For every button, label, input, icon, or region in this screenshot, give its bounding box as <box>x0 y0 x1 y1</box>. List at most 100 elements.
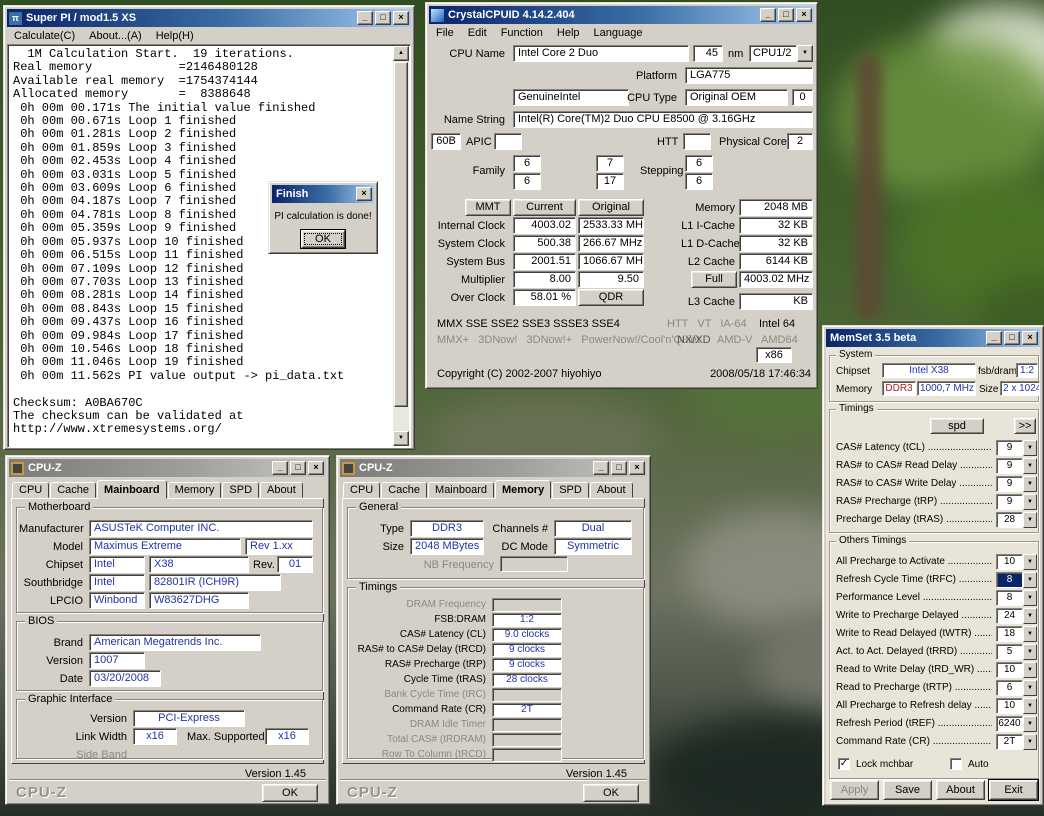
about-button[interactable]: About <box>936 780 985 800</box>
crystal-menu-edit[interactable]: Edit <box>461 26 494 40</box>
ras-cas-read-dropdown[interactable]: 9▼ <box>996 458 1037 474</box>
dropdown-arrow-icon[interactable]: ▼ <box>797 45 813 62</box>
dropdown-arrow-icon[interactable]: ▼ <box>1023 440 1037 456</box>
superpi-menu-help[interactable]: Help(H) <box>149 29 201 43</box>
dropdown-arrow-icon[interactable]: ▼ <box>1023 734 1037 750</box>
all-precharge-refresh-value[interactable]: 10 <box>996 698 1023 714</box>
expand-button[interactable]: >> <box>1014 418 1036 434</box>
superpi-close-button[interactable]: × <box>393 11 409 25</box>
refresh-cycle-time-dropdown[interactable]: 8▼ <box>996 572 1037 588</box>
performance-level-value[interactable]: 8 <box>996 590 1023 606</box>
scroll-up-icon[interactable]: ▲ <box>393 46 409 61</box>
dropdown-arrow-icon[interactable]: ▼ <box>1023 608 1037 624</box>
ras-cas-write-value[interactable]: 9 <box>996 476 1023 492</box>
finish-close-button[interactable]: × <box>356 187 372 201</box>
spd-button[interactable]: spd <box>930 418 984 434</box>
cpuz-mem-titlebar[interactable]: CPU-Z _ □ × <box>340 459 647 477</box>
superpi-scrollbar[interactable]: ▲ ▼ <box>393 46 409 446</box>
superpi-maximize-button[interactable]: □ <box>375 11 391 25</box>
cpuz-mem-ok-button[interactable]: OK <box>583 784 639 802</box>
dropdown-arrow-icon[interactable]: ▼ <box>1023 662 1037 678</box>
crystal-menu-help[interactable]: Help <box>550 26 587 40</box>
scroll-down-icon[interactable]: ▼ <box>393 431 409 446</box>
cpu-select-dropdown[interactable]: CPU1/2 ▼ <box>749 45 813 62</box>
tab-memory[interactable]: Memory <box>168 482 222 498</box>
finish-ok-button[interactable]: OK <box>301 230 345 248</box>
dropdown-arrow-icon[interactable]: ▼ <box>1023 644 1037 660</box>
performance-level-dropdown[interactable]: 8▼ <box>996 590 1037 606</box>
write-precharge-dropdown[interactable]: 24▼ <box>996 608 1037 624</box>
memset-close-button[interactable]: × <box>1022 331 1038 345</box>
write-precharge-value[interactable]: 24 <box>996 608 1023 624</box>
memset-titlebar[interactable]: MemSet 3.5 beta _ □ × <box>826 329 1040 347</box>
lock-mchbar-checkbox[interactable]: ✓ <box>838 758 850 770</box>
dropdown-arrow-icon[interactable]: ▼ <box>1023 698 1037 714</box>
dropdown-arrow-icon[interactable]: ▼ <box>1023 512 1037 528</box>
tab-about[interactable]: About <box>590 482 633 498</box>
qdr-button[interactable]: QDR <box>578 289 644 306</box>
write-read-value[interactable]: 18 <box>996 626 1023 642</box>
all-precharge-refresh-dropdown[interactable]: 10▼ <box>996 698 1037 714</box>
crystalcpuid-maximize-button[interactable]: □ <box>778 8 794 22</box>
cpuz-mem-maximize-button[interactable]: □ <box>611 461 627 475</box>
read-precharge-value[interactable]: 6 <box>996 680 1023 696</box>
crystalcpuid-titlebar[interactable]: CrystalCPUID 4.14.2.404 _ □ × <box>429 6 814 24</box>
finish-titlebar[interactable]: Finish × <box>272 185 374 203</box>
ras-precharge-dropdown[interactable]: 9▼ <box>996 494 1037 510</box>
cas-latency-value[interactable]: 9 <box>996 440 1023 456</box>
memset-maximize-button[interactable]: □ <box>1004 331 1020 345</box>
memset-minimize-button[interactable]: _ <box>986 331 1002 345</box>
crystal-menu-function[interactable]: Function <box>494 26 550 40</box>
cpuz-mem-close-button[interactable]: × <box>629 461 645 475</box>
superpi-menu-about[interactable]: About...(A) <box>82 29 149 43</box>
full-button[interactable]: Full <box>691 271 737 288</box>
all-precharge-activate-value[interactable]: 10 <box>996 554 1023 570</box>
command-rate-value[interactable]: 2T <box>996 734 1023 750</box>
precharge-delay-value[interactable]: 28 <box>996 512 1023 528</box>
superpi-menu-calculate[interactable]: Calculate(C) <box>7 29 82 43</box>
tab-cpu[interactable]: CPU <box>343 482 380 498</box>
ras-cas-read-value[interactable]: 9 <box>996 458 1023 474</box>
cpuz-mb-ok-button[interactable]: OK <box>262 784 318 802</box>
dropdown-arrow-icon[interactable]: ▼ <box>1023 626 1037 642</box>
cpuz-mb-minimize-button[interactable]: _ <box>272 461 288 475</box>
auto-checkbox[interactable] <box>950 758 962 770</box>
act-act-value[interactable]: 5 <box>996 644 1023 660</box>
read-write-delay-value[interactable]: 10 <box>996 662 1023 678</box>
dropdown-arrow-icon[interactable]: ▼ <box>1023 716 1037 732</box>
cpuz-mb-close-button[interactable]: × <box>308 461 324 475</box>
superpi-minimize-button[interactable]: _ <box>357 11 373 25</box>
dropdown-arrow-icon[interactable]: ▼ <box>1023 680 1037 696</box>
precharge-delay-dropdown[interactable]: 28▼ <box>996 512 1037 528</box>
write-read-dropdown[interactable]: 18▼ <box>996 626 1037 642</box>
tab-cache[interactable]: Cache <box>50 482 96 498</box>
all-precharge-activate-dropdown[interactable]: 10▼ <box>996 554 1037 570</box>
dropdown-arrow-icon[interactable]: ▼ <box>1023 494 1037 510</box>
crystal-menu-file[interactable]: File <box>429 26 461 40</box>
tab-cpu[interactable]: CPU <box>12 482 49 498</box>
dropdown-arrow-icon[interactable]: ▼ <box>1023 476 1037 492</box>
mmt-button[interactable]: MMT <box>465 199 511 216</box>
dropdown-arrow-icon[interactable]: ▼ <box>1023 458 1037 474</box>
tab-mainboard[interactable]: Mainboard <box>97 480 167 499</box>
crystalcpuid-minimize-button[interactable]: _ <box>760 8 776 22</box>
read-precharge-dropdown[interactable]: 6▼ <box>996 680 1037 696</box>
tab-about[interactable]: About <box>260 482 303 498</box>
tab-memory[interactable]: Memory <box>495 480 551 499</box>
cpuz-mb-maximize-button[interactable]: □ <box>290 461 306 475</box>
crystalcpuid-close-button[interactable]: × <box>796 8 812 22</box>
dropdown-arrow-icon[interactable]: ▼ <box>1023 590 1037 606</box>
superpi-scrollbar-thumb[interactable] <box>394 62 408 407</box>
tab-spd[interactable]: SPD <box>222 482 259 498</box>
tab-mainboard[interactable]: Mainboard <box>428 482 494 498</box>
dropdown-arrow-icon[interactable]: ▼ <box>1023 572 1037 588</box>
tab-cache[interactable]: Cache <box>381 482 427 498</box>
cpu-select-value[interactable]: CPU1/2 <box>749 45 797 62</box>
command-rate-dropdown[interactable]: 2T▼ <box>996 734 1037 750</box>
cas-latency-dropdown[interactable]: 9▼ <box>996 440 1037 456</box>
refresh-period-value[interactable]: 6240 <box>996 716 1023 732</box>
cpuz-mb-titlebar[interactable]: CPU-Z _ □ × <box>9 459 326 477</box>
refresh-period-dropdown[interactable]: 6240▼ <box>996 716 1037 732</box>
superpi-titlebar[interactable]: π Super PI / mod1.5 XS _ □ × <box>7 9 411 27</box>
cpuz-mem-minimize-button[interactable]: _ <box>593 461 609 475</box>
